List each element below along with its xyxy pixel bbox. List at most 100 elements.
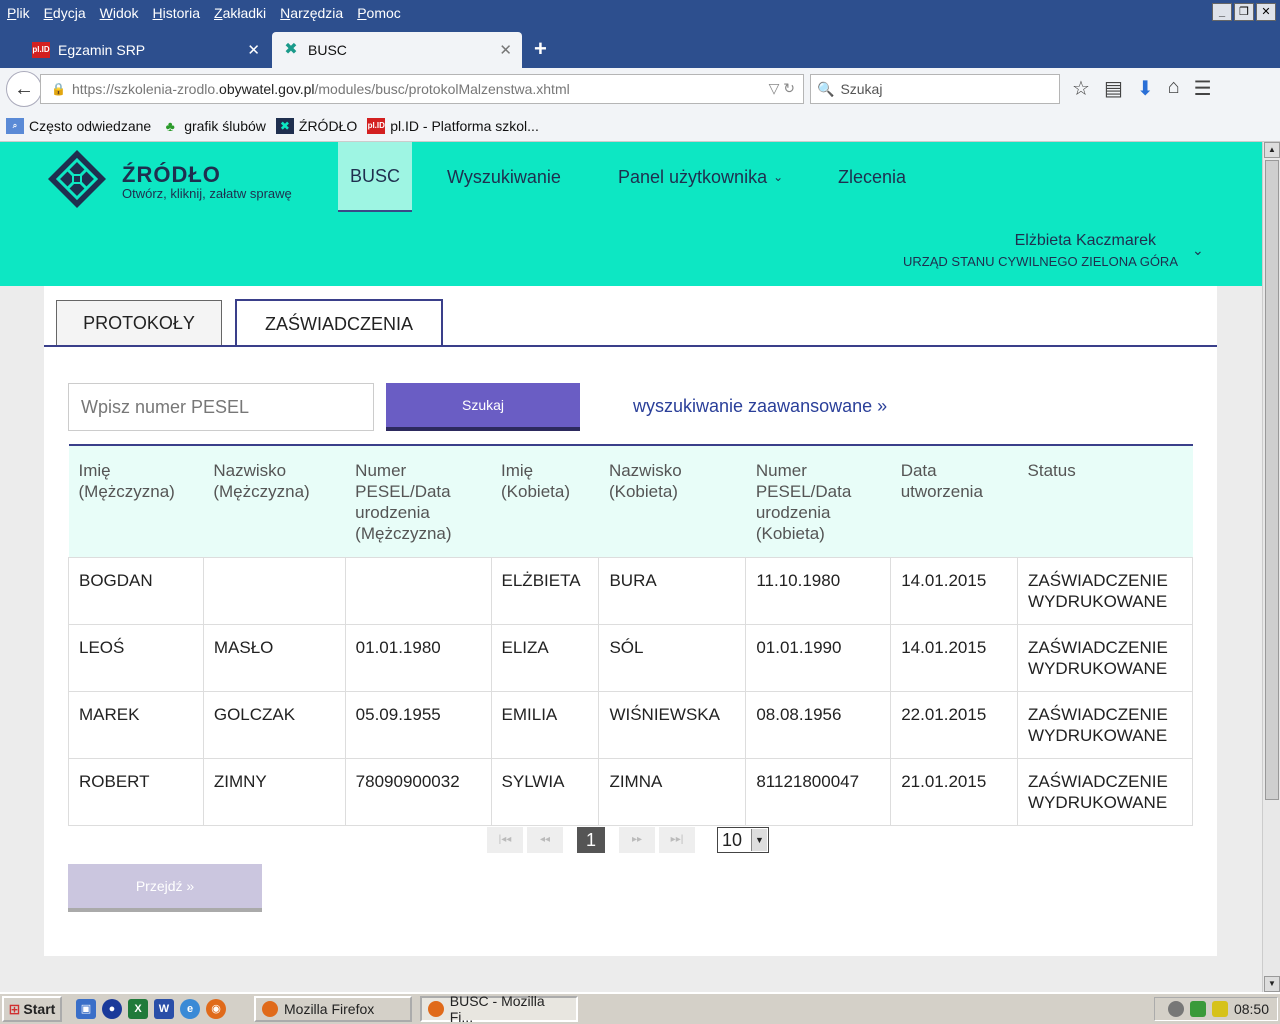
back-button[interactable]: ←: [6, 71, 42, 107]
bookmark-zrodlo[interactable]: ✖ ŹRÓDŁO: [275, 117, 357, 134]
scroll-up-icon[interactable]: ▲: [1264, 142, 1280, 158]
tray-network-icon[interactable]: [1189, 1001, 1206, 1017]
url-prefix: https://szkolenia-zrodlo.: [71, 81, 220, 97]
table-row[interactable]: ROBERT ZIMNY 78090900032 SYLWIA ZIMNA 81…: [68, 757, 1193, 826]
previous-page-icon[interactable]: ◂◂: [527, 827, 563, 853]
table-row[interactable]: BOGDAN ELŻBIETA BURA 11.10.1980 14.01.20…: [68, 556, 1193, 625]
scroll-thumb[interactable]: [1265, 160, 1279, 800]
column-header: Imię (Mężczyzna): [68, 444, 204, 557]
reload-icon[interactable]: ▽ ↻: [769, 80, 795, 97]
table-row[interactable]: LEOŚ MASŁO 01.01.1980 ELIZA SÓL 01.01.19…: [68, 623, 1193, 692]
word-icon[interactable]: W: [154, 999, 174, 1019]
close-tab-icon[interactable]: ✕: [247, 41, 260, 59]
search-icon: 🔍: [817, 80, 835, 97]
home-icon[interactable]: ⌂: [1168, 76, 1180, 101]
toolbar-icons: ☆ ▤ ⬇ ⌂ ☰: [1072, 76, 1212, 101]
taskbar-busc[interactable]: BUSC - Mozilla Fi...: [420, 993, 578, 1024]
desktop-icon[interactable]: ▣: [76, 999, 96, 1019]
excel-icon[interactable]: X: [128, 999, 148, 1019]
tray-disk-icon[interactable]: [1167, 1001, 1184, 1017]
nav-user-panel[interactable]: Panel użytkownika ⌄: [606, 142, 795, 212]
menu-file[interactable]: Plik: [0, 5, 37, 21]
tab-divider: [44, 345, 1217, 347]
url-domain: obywatel.gov.pl: [219, 81, 315, 97]
taskbar-firefox[interactable]: Mozilla Firefox: [254, 996, 412, 1022]
chevron-down-icon[interactable]: ⌄: [1192, 242, 1204, 259]
browser-search-input[interactable]: 🔍 Szukaj: [810, 74, 1060, 104]
bookmark-label: grafik ślubów: [184, 117, 266, 134]
window-controls: _ ❐ ✕: [1212, 3, 1276, 21]
start-button[interactable]: ⊞ Start: [2, 996, 62, 1022]
bookmark-label: pl.ID - Platforma szkol...: [390, 117, 539, 134]
zrodlo-icon: ✖: [275, 117, 294, 134]
site-header: ŹRÓDŁO Otwórz, kliknij, załatw sprawę BU…: [0, 142, 1262, 286]
nav-orders[interactable]: Zlecenia: [826, 142, 918, 212]
start-label: Start: [23, 1001, 56, 1017]
table-cell: WIŚNIEWSKA: [598, 690, 747, 759]
bookmark-grafik[interactable]: ♣ grafik ślubów: [161, 118, 266, 134]
browser-tab-busc[interactable]: ✖ BUSC ✕: [272, 32, 522, 68]
navigation-bar: ← 🔒 https://szkolenia-zrodlo. obywatel.go…: [0, 68, 1280, 110]
user-name[interactable]: Elżbieta Kaczmarek: [1015, 232, 1156, 250]
download-icon[interactable]: ⬇: [1137, 76, 1154, 101]
tab-bar: pl.ID Egzamin SRP ✕ ✖ BUSC ✕ +: [0, 26, 1280, 68]
pesel-search-input[interactable]: [68, 383, 374, 431]
bookmark-frequent[interactable]: ⌕ Często odwiedzane: [6, 117, 151, 134]
menu-history[interactable]: Historia: [146, 5, 207, 21]
minimize-icon[interactable]: _: [1212, 3, 1232, 21]
page-scrollbar[interactable]: ▲ ▼: [1262, 142, 1280, 992]
tray-volume-icon[interactable]: [1211, 1001, 1228, 1017]
lock-icon: 🔒: [51, 82, 66, 96]
firefox-icon: [428, 1001, 444, 1017]
internet-explorer-icon[interactable]: e: [180, 999, 200, 1019]
tree-icon: ♣: [165, 117, 175, 134]
dropdown-arrow-icon: ▼: [751, 829, 767, 851]
reading-list-icon[interactable]: ▤: [1104, 76, 1123, 101]
last-page-icon[interactable]: ▸▸|: [659, 827, 695, 853]
current-page[interactable]: 1: [577, 827, 605, 853]
advanced-search-link[interactable]: wyszukiwanie zaawansowane »: [633, 396, 887, 417]
menu-bookmarks[interactable]: Zakładki: [207, 5, 273, 21]
tab-protocols[interactable]: PROTOKOŁY: [56, 300, 222, 346]
taskbar: ⊞ Start ▣ ● X W e ◉ Mozilla Firefox BUSC…: [0, 992, 1280, 1024]
user-office: URZĄD STANU CYWILNEGO ZIELONA GÓRA: [903, 254, 1178, 269]
first-page-icon[interactable]: |◂◂: [487, 827, 523, 853]
firefox-icon[interactable]: ◉: [206, 999, 226, 1019]
nav-busc[interactable]: BUSC: [338, 142, 413, 212]
restore-icon[interactable]: ❐: [1234, 3, 1254, 21]
main-content: PROTOKOŁY ZAŚWIADCZENIA Szukaj wyszukiwa…: [44, 286, 1217, 956]
tab-certificates[interactable]: ZAŚWIADCZENIA: [235, 299, 443, 347]
page-size-select[interactable]: 10 ▼: [717, 827, 769, 853]
table-cell: [344, 556, 492, 625]
menu-tools[interactable]: Narzędzia: [273, 5, 350, 21]
search-button[interactable]: Szukaj: [386, 383, 580, 431]
column-header: Nazwisko (Mężczyzna): [203, 444, 346, 557]
firefox-icon: [262, 1001, 278, 1017]
hamburger-menu-icon[interactable]: ☰: [1194, 76, 1212, 101]
column-header: Data utworzenia: [890, 444, 1018, 557]
paginator: |◂◂ ◂◂ 1 ▸▸ ▸▸| 10 ▼: [487, 826, 769, 854]
goto-button[interactable]: Przejdź »: [68, 864, 262, 912]
menu-view[interactable]: Widok: [93, 5, 146, 21]
scroll-down-icon[interactable]: ▼: [1264, 976, 1280, 992]
table-cell: ZIMNY: [202, 757, 346, 826]
table-row[interactable]: MAREK GOLCZAK 05.09.1955 EMILIA WIŚNIEWS…: [68, 690, 1193, 759]
new-tab-button[interactable]: +: [534, 36, 547, 62]
table-cell: ROBERT: [68, 757, 204, 826]
table-cell: 01.01.1990: [745, 623, 892, 692]
bookmark-plid[interactable]: pl.ID pl.ID - Platforma szkol...: [367, 117, 539, 134]
menu-edit[interactable]: Edycja: [37, 5, 93, 21]
next-page-icon[interactable]: ▸▸: [619, 827, 655, 853]
menu-help[interactable]: Pomoc: [350, 5, 408, 21]
browser-tab-title: Egzamin SRP: [58, 42, 146, 58]
table-cell: ELŻBIETA: [490, 556, 600, 625]
close-window-icon[interactable]: ✕: [1256, 3, 1276, 21]
nav-search[interactable]: Wyszukiwanie: [435, 142, 573, 212]
url-bar[interactable]: 🔒 https://szkolenia-zrodlo. obywatel.gov.…: [40, 74, 804, 104]
app-icon[interactable]: ●: [102, 999, 122, 1019]
browser-tab-egzamin[interactable]: pl.ID Egzamin SRP ✕: [22, 32, 270, 68]
star-icon[interactable]: ☆: [1072, 76, 1090, 101]
table-cell: ZIMNA: [598, 757, 747, 826]
zrodlo-logo-icon[interactable]: [46, 148, 108, 210]
close-tab-icon[interactable]: ✕: [499, 41, 512, 59]
